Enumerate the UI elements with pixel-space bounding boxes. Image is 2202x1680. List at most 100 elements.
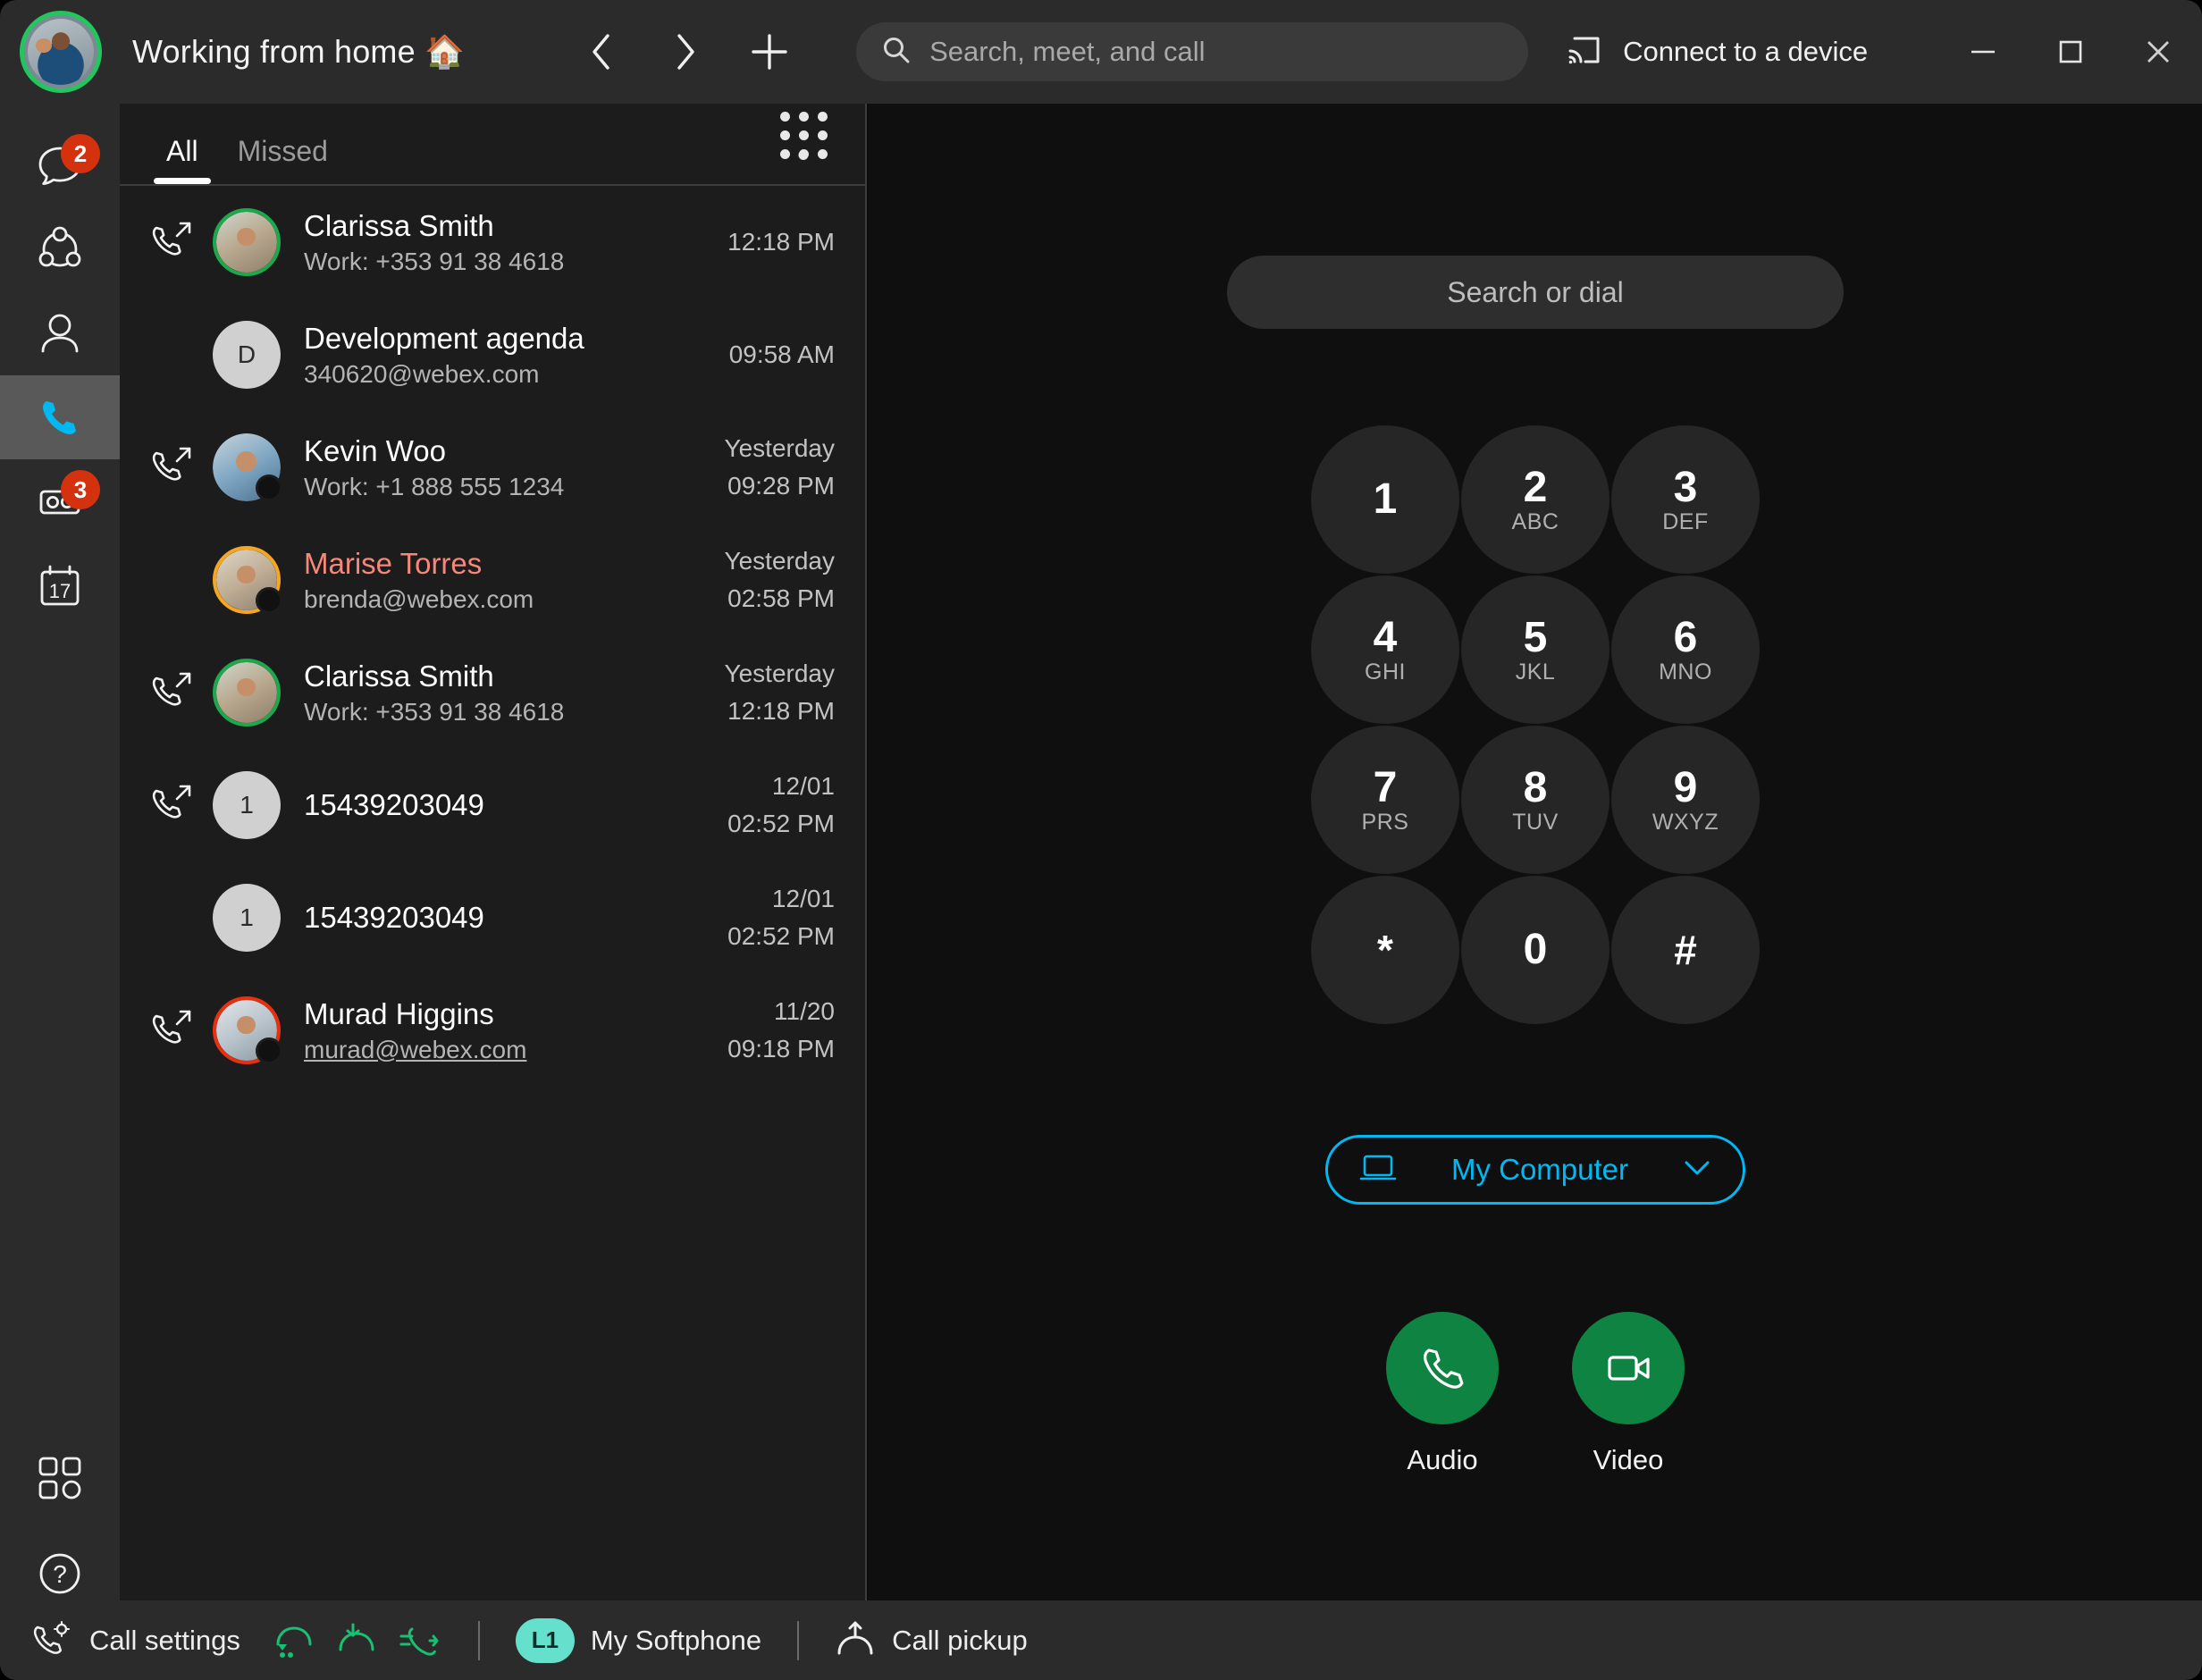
- row-timestamp: Yesterday 09:28 PM: [724, 434, 836, 500]
- dialpad-pane: Search or dial 1 2 ABC 3 DEF 4 GHI 5 JKL 6 MNO 7 PRS…: [869, 104, 2202, 1600]
- row-timestamp: Yesterday 12:18 PM: [724, 659, 836, 725]
- sidebar-item-contacts[interactable]: [0, 291, 120, 375]
- dial-input[interactable]: Search or dial: [1227, 256, 1844, 329]
- row-text-group: Murad Higgins murad@webex.com: [304, 997, 727, 1064]
- call-settings-label: Call settings: [89, 1624, 240, 1656]
- row-text-group: Development agenda 340620@webex.com: [304, 322, 729, 389]
- device-selector-label: My Computer: [1450, 1153, 1629, 1186]
- presence-offline-dot: [256, 1037, 282, 1064]
- call-history-row[interactable]: Clarissa Smith Work: +353 91 38 4618 12:18…: [120, 186, 865, 298]
- dialpad-key-letters: TUV: [1512, 809, 1559, 835]
- call-pickup-icon: [835, 1621, 876, 1660]
- sidebar-item-teams[interactable]: [0, 207, 120, 291]
- row-contact-name: Kevin Woo: [304, 433, 446, 467]
- dialpad-key-digit: #: [1674, 927, 1697, 973]
- call-transfer-icon[interactable]: [398, 1621, 442, 1660]
- row-avatar: [213, 659, 281, 727]
- sidebar-item-apps[interactable]: [0, 1432, 120, 1525]
- do-not-disturb-icon[interactable]: [335, 1621, 378, 1660]
- dialpad-key-5[interactable]: 5 JKL: [1461, 575, 1609, 724]
- cast-device-icon: [1566, 33, 1603, 71]
- svg-text:17: 17: [49, 580, 71, 602]
- search-input[interactable]: Search, meet, and call: [856, 22, 1529, 81]
- row-timestamp: Yesterday 02:58 PM: [724, 547, 836, 612]
- call-forward-icon[interactable]: [273, 1621, 315, 1660]
- call-settings-button[interactable]: Call settings: [30, 1620, 240, 1661]
- window-controls: [1939, 0, 2202, 104]
- row-contact-detail: 340620@webex.com: [304, 359, 540, 388]
- row-timestamp: 12/01 02:52 PM: [727, 772, 835, 837]
- call-action-buttons: Audio Video: [1386, 1312, 1685, 1476]
- tab-all[interactable]: All: [147, 135, 218, 184]
- dialpad-key-letters: MNO: [1659, 659, 1712, 685]
- dialpad-key-4[interactable]: 4 GHI: [1311, 575, 1459, 724]
- title-bar: Working from home 🏠 Search, meet, and ca…: [0, 0, 2202, 104]
- row-contact-detail[interactable]: murad@webex.com: [304, 1036, 727, 1064]
- user-status-text[interactable]: Working from home 🏠: [132, 33, 465, 71]
- dialpad-key-7[interactable]: 7 PRS: [1311, 726, 1459, 874]
- sidebar-item-voicemail[interactable]: 3: [0, 459, 120, 543]
- device-selector[interactable]: My Computer: [1325, 1135, 1745, 1205]
- dialpad-key-digit: 9: [1673, 763, 1698, 811]
- call-history-row[interactable]: Murad Higgins murad@webex.com 11/20 09:18 P…: [120, 974, 865, 1087]
- dialpad-key-letters: ABC: [1511, 508, 1559, 534]
- row-contact-name: 15439203049: [304, 901, 484, 934]
- avatar-photo: [216, 212, 277, 273]
- row-avatar: [213, 433, 282, 501]
- call-history-row[interactable]: D Development agenda 340620@webex.com 09:58…: [120, 298, 865, 411]
- sidebar-item-calling[interactable]: [0, 375, 120, 459]
- dialpad-key-star[interactable]: *: [1311, 876, 1459, 1024]
- call-history-row[interactable]: Clarissa Smith Work: +353 91 38 4618 Yeste…: [120, 636, 865, 749]
- call-history-list[interactable]: Clarissa Smith Work: +353 91 38 4618 12:18…: [120, 186, 865, 1598]
- avatar[interactable]: [20, 11, 102, 93]
- row-avatar: 1: [213, 884, 281, 952]
- call-history-row[interactable]: 1 15439203049 12/01 02:52 PM: [120, 861, 865, 974]
- call-history-row[interactable]: Kevin Woo Work: +1 888 555 1234 Yesterday 0…: [120, 411, 865, 524]
- forward-icon[interactable]: [665, 31, 706, 72]
- call-pickup-button[interactable]: Call pickup: [835, 1621, 1028, 1660]
- tab-missed[interactable]: Missed: [218, 135, 348, 184]
- call-settings-gear-phone-icon: [30, 1620, 73, 1661]
- laptop-icon: [1358, 1153, 1398, 1188]
- avatar-initial: D: [213, 321, 281, 389]
- video-call-button[interactable]: Video: [1572, 1312, 1685, 1476]
- dialpad-key-1[interactable]: 1: [1311, 425, 1459, 574]
- status-bar: Call settings L1 My Softphone Call picku…: [0, 1600, 2202, 1680]
- row-text-group: 15439203049: [304, 901, 727, 935]
- connect-to-device-button[interactable]: Connect to a device: [1566, 33, 1868, 71]
- dialpad-key-digit: 0: [1523, 926, 1548, 973]
- dialpad-key-digit: 1: [1373, 475, 1398, 523]
- row-text-group: Marise Torres brenda@webex.com: [304, 547, 725, 614]
- line-label: My Softphone: [590, 1624, 762, 1656]
- avatar-presence-ring: [213, 208, 281, 276]
- row-contact-name: 15439203049: [304, 788, 484, 821]
- sidebar-item-messaging[interactable]: 2: [0, 123, 120, 207]
- call-history-row[interactable]: 1 15439203049 12/01 02:52 PM: [120, 749, 865, 861]
- audio-call-button[interactable]: Audio: [1386, 1312, 1499, 1476]
- maximize-button[interactable]: [2027, 0, 2114, 104]
- dialpad-key-2[interactable]: 2 ABC: [1461, 425, 1609, 574]
- dialpad-key-9[interactable]: 9 WXYZ: [1611, 726, 1760, 874]
- back-icon[interactable]: [581, 31, 622, 72]
- call-history-row[interactable]: Marise Torres brenda@webex.com Yesterday 02…: [120, 524, 865, 636]
- close-button[interactable]: [2114, 0, 2202, 104]
- row-contact-name: Murad Higgins: [304, 996, 494, 1030]
- line-selector[interactable]: L1 My Softphone: [515, 1617, 762, 1663]
- dialpad-key-3[interactable]: 3 DEF: [1611, 425, 1760, 574]
- sidebar-item-meetings[interactable]: 17: [0, 543, 120, 627]
- dialpad-key-letters: DEF: [1662, 508, 1709, 534]
- row-avatar: D: [213, 321, 281, 389]
- row-contact-detail: Work: +353 91 38 4618: [304, 247, 565, 275]
- dialpad-key-8[interactable]: 8 TUV: [1461, 726, 1609, 874]
- new-item-plus-icon[interactable]: [749, 31, 790, 72]
- dialpad-key-pound[interactable]: #: [1611, 876, 1760, 1024]
- dialpad-key-digit: 5: [1523, 613, 1548, 661]
- dialpad-key-6[interactable]: 6 MNO: [1611, 575, 1760, 724]
- video-call-circle: [1572, 1312, 1685, 1424]
- call-pickup-label: Call pickup: [892, 1624, 1028, 1656]
- row-text-group: 15439203049: [304, 788, 727, 822]
- row-timestamp: 12/01 02:52 PM: [727, 885, 835, 950]
- dialpad-toggle-icon[interactable]: [779, 109, 828, 161]
- dialpad-key-0[interactable]: 0: [1461, 876, 1609, 1024]
- minimize-button[interactable]: [1939, 0, 2027, 104]
